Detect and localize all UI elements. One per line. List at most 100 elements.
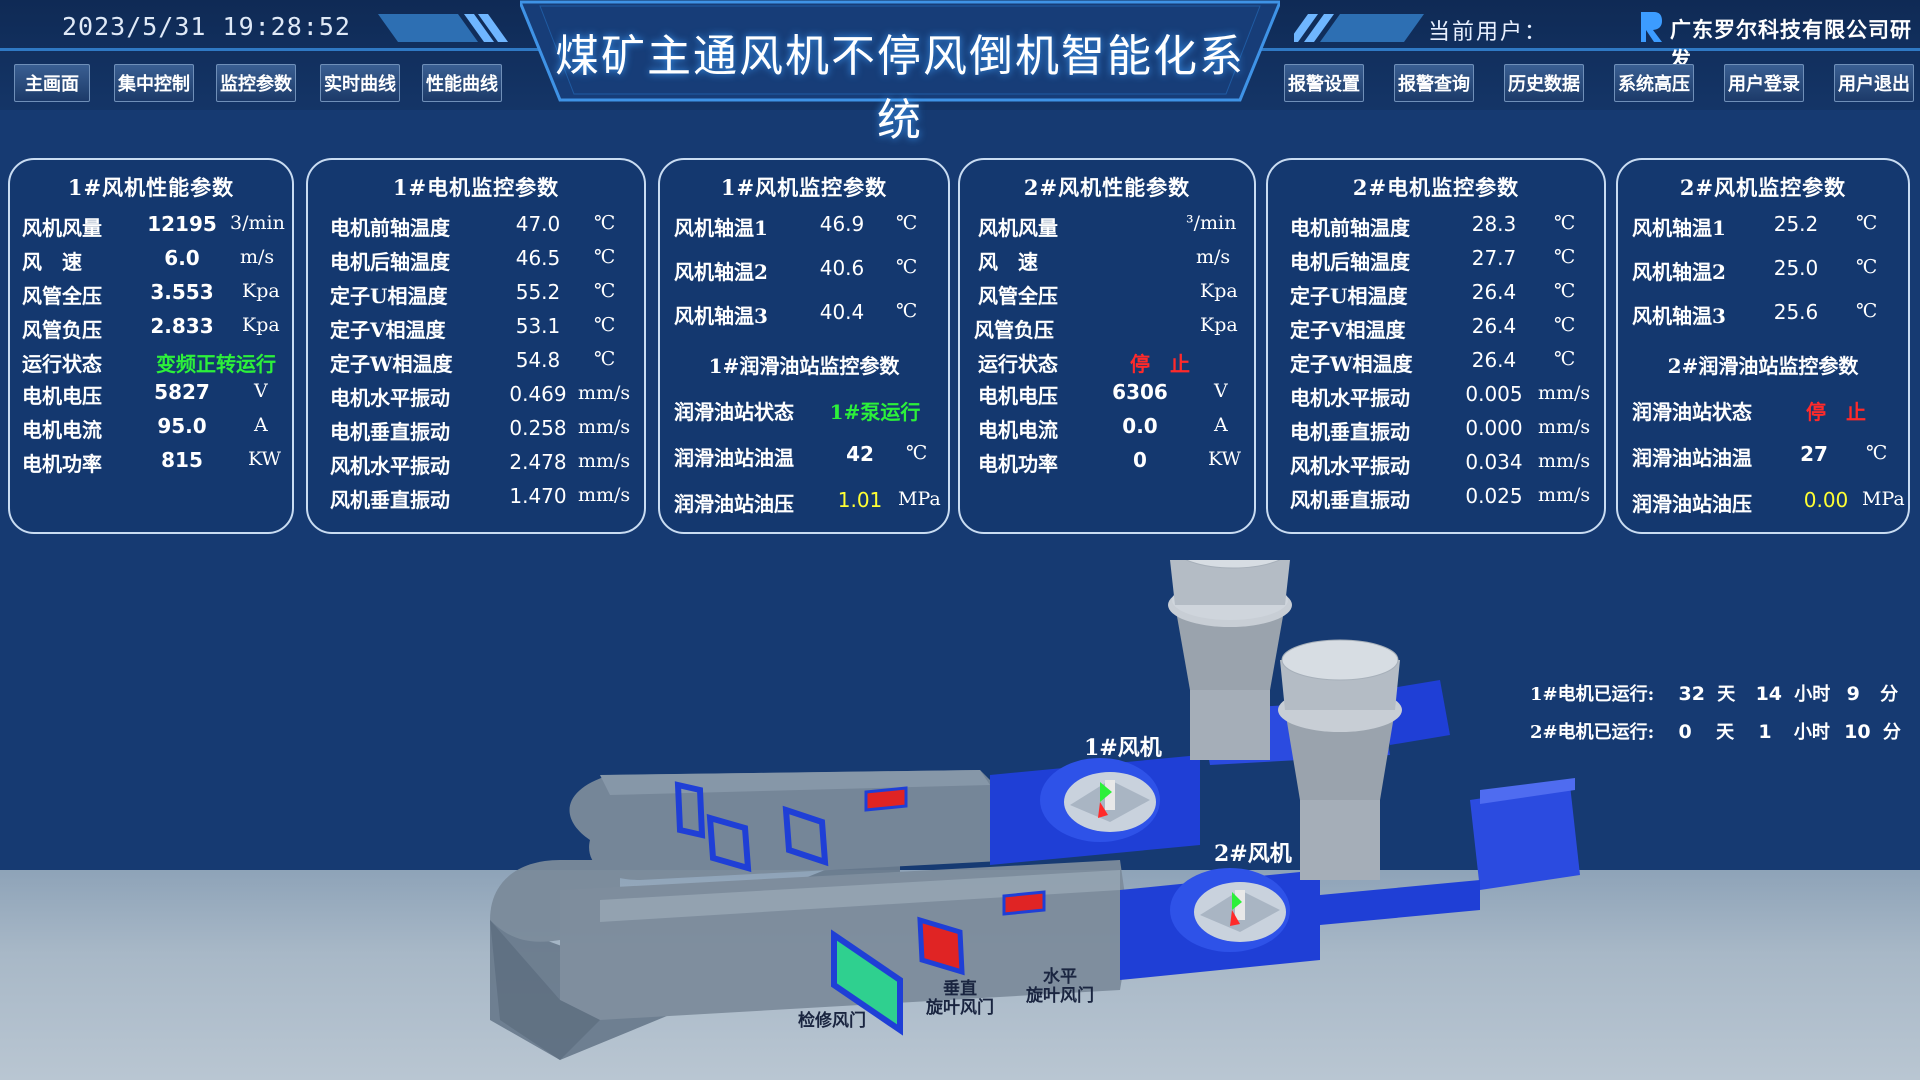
param-row: 定子V相温度 53.1 ℃: [308, 314, 644, 344]
fan2-monitor-panel: 2#风机监控参数 风机轴温1 25.2 ℃ 风机轴温2 25.0 ℃ 风机轴温3 25.6…: [1616, 158, 1910, 534]
nav-alarm-settings-button[interactable]: 报警设置: [1284, 64, 1364, 102]
param-row: 润滑油站油压 0.00 MPa: [1618, 488, 1908, 518]
horizontal-damper-label-line1: 水平: [1043, 967, 1077, 987]
fan2-diffuser-stack: [1278, 639, 1402, 880]
param-value: 0: [1133, 448, 1147, 472]
run-status-value: 停 止: [1130, 352, 1190, 376]
param-value: 28.3: [1471, 212, 1517, 236]
param-value: 0.005: [1465, 382, 1523, 406]
page-title: 煤矿主通风机不停风倒机智能化系统: [555, 31, 1245, 146]
param-row: 电机电流 95.0 A: [10, 414, 292, 444]
header-stripes-left-decor: [378, 14, 508, 42]
param-row: 润滑油站油温 42 ℃: [660, 442, 948, 472]
maintenance-door-label: 检修风门: [798, 1011, 866, 1031]
param-unit: Kpa: [1200, 280, 1238, 302]
param-value: 25.6: [1773, 300, 1819, 324]
nav-system-hv-button[interactable]: 系统高压: [1614, 64, 1694, 102]
param-value: 53.1: [515, 314, 561, 338]
param-unit: m/s: [240, 246, 275, 268]
param-value: 25.0: [1773, 256, 1819, 280]
param-label: 定子V相温度: [1290, 318, 1406, 342]
param-unit: Kpa: [1200, 314, 1238, 336]
nav-alarm-query-button[interactable]: 报警查询: [1394, 64, 1474, 102]
param-unit: 3/min: [230, 212, 285, 234]
param-label: 润滑油站状态: [1632, 400, 1752, 424]
param-unit: ℃: [594, 314, 616, 336]
nav-monitor-params-button[interactable]: 监控参数: [216, 64, 296, 102]
fan1-housing: [990, 755, 1200, 865]
param-unit: V: [254, 380, 268, 402]
motor1-runtime: 1#电机已运行: 32 天 14 小时 9 分: [1530, 680, 1898, 706]
runtime-minute-unit: 分: [1882, 722, 1901, 743]
param-row: 风管全压 3.553 Kpa: [10, 280, 292, 310]
param-label: 运行状态: [22, 352, 102, 376]
param-row: 润滑油站油温 27 ℃: [1618, 442, 1908, 472]
param-row: 定子W相温度 54.8 ℃: [308, 348, 644, 378]
nav-performance-curve-button[interactable]: 性能曲线: [422, 64, 502, 102]
nav-realtime-curve-button[interactable]: 实时曲线: [320, 64, 400, 102]
runtime-minute-unit: 分: [1880, 684, 1899, 705]
param-value: 26.4: [1471, 280, 1517, 304]
param-row: 运行状态 变频正转运行: [10, 348, 292, 378]
param-label: 电机电流: [978, 418, 1058, 442]
param-value: 0.0: [1122, 414, 1158, 438]
param-unit: m/s: [1196, 246, 1231, 268]
param-unit: ℃: [594, 212, 616, 234]
param-row: 风机轴温3 25.6 ℃: [1618, 300, 1908, 330]
param-label: 风机水平振动: [1290, 454, 1410, 478]
param-value: 55.2: [515, 280, 561, 304]
param-label: 风机轴温2: [674, 260, 768, 284]
param-label: 风 速: [22, 250, 82, 274]
param-row: 风机轴温2 40.6 ℃: [660, 256, 948, 286]
param-label: 风 速: [978, 250, 1038, 274]
param-label: 风机垂直振动: [330, 488, 450, 512]
param-label: 定子W相温度: [1290, 352, 1413, 376]
param-label: 风机水平振动: [330, 454, 450, 478]
param-unit: ³/min: [1186, 212, 1237, 234]
param-row: 电机电压 5827 V: [10, 380, 292, 410]
vertical-damper-label: 垂直 旋叶风门: [920, 980, 1000, 1018]
param-unit: ℃: [896, 300, 918, 322]
nav-user-login-button[interactable]: 用户登录: [1724, 64, 1804, 102]
nav-history-data-button[interactable]: 历史数据: [1504, 64, 1584, 102]
param-row: 风管负压 Kpa: [960, 314, 1254, 344]
param-value: 26.4: [1471, 314, 1517, 338]
param-unit: ℃: [594, 246, 616, 268]
oil-pump-status-value: 停 止: [1806, 400, 1866, 424]
param-label: 风管全压: [22, 284, 102, 308]
param-value: 2.833: [150, 314, 214, 338]
param-value: 1.01: [837, 488, 883, 512]
param-label: 风机轴温3: [1632, 304, 1726, 328]
param-value: 26.4: [1471, 348, 1517, 372]
param-unit: mm/s: [578, 484, 631, 506]
param-value: 46.9: [819, 212, 865, 236]
runtime-label: 1#电机已运行:: [1530, 684, 1655, 705]
run-status-value: 变频正转运行: [156, 352, 276, 376]
nav-user-logout-button[interactable]: 用户退出: [1834, 64, 1914, 102]
fan2-housing: [1120, 868, 1320, 980]
param-unit: ℃: [1554, 314, 1576, 336]
param-value: 27.7: [1471, 246, 1517, 270]
param-row: 风 速 6.0 m/s: [10, 246, 292, 276]
param-value: 0.034: [1465, 450, 1523, 474]
param-label: 润滑油站状态: [674, 400, 794, 424]
motor1-monitor-panel: 1#电机监控参数 电机前轴温度 47.0 ℃ 电机后轴温度 46.5 ℃ 定子U相温度 5…: [306, 158, 646, 534]
param-label: 润滑油站油温: [674, 446, 794, 470]
nav-central-control-button[interactable]: 集中控制: [114, 64, 194, 102]
nav-main-screen-button[interactable]: 主画面: [14, 64, 90, 102]
param-label: 风机风量: [22, 216, 102, 240]
param-label: 电机水平振动: [330, 386, 450, 410]
param-value: 2.478: [509, 450, 567, 474]
param-unit: mm/s: [1538, 484, 1591, 506]
param-label: 风机风量: [978, 216, 1058, 240]
param-unit: mm/s: [578, 382, 631, 404]
current-user-label: 当前用户：: [1428, 20, 1549, 45]
param-unit: A: [1214, 414, 1228, 436]
param-row: 定子W相温度 26.4 ℃: [1268, 348, 1604, 378]
param-label: 润滑油站油压: [674, 492, 794, 516]
param-value: 0.000: [1465, 416, 1523, 440]
param-unit: ℃: [594, 348, 616, 370]
company-logo-icon: [1641, 12, 1662, 42]
param-label: 电机功率: [22, 452, 102, 476]
oil-station-subtitle: 2#润滑油站监控参数: [1667, 354, 1859, 378]
